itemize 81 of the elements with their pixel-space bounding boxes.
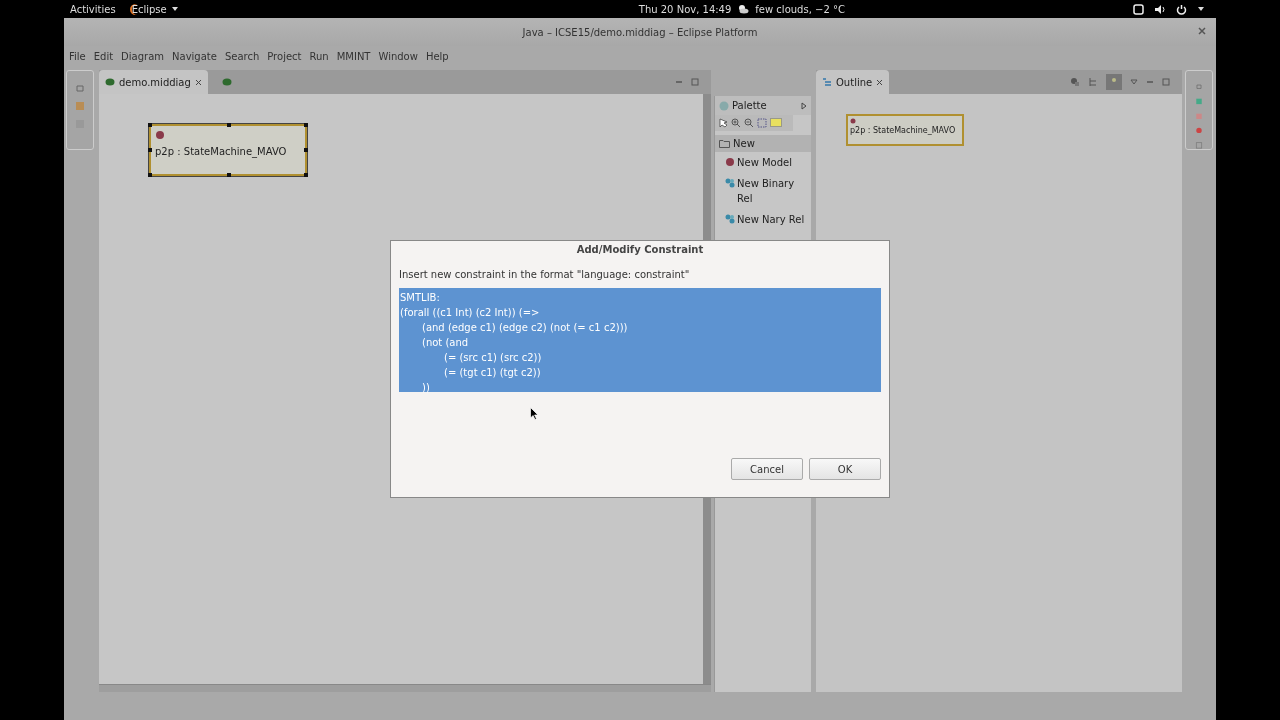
overview-icon: [1106, 74, 1122, 90]
menu-item[interactable]: Run: [309, 50, 329, 62]
resize-handle[interactable]: [304, 148, 308, 152]
model-icon: [155, 130, 165, 140]
code-line: (= (src c1) (src c2)): [443, 351, 543, 365]
menu-item[interactable]: Edit: [93, 50, 114, 62]
code-line: (forall ((c1 Int) (c2 Int)) (=>: [400, 306, 541, 320]
palette-tool[interactable]: New Nary Rel: [715, 209, 811, 230]
editor-tab[interactable]: demo.middiag: [99, 70, 208, 94]
palette-title: Palette: [732, 100, 768, 111]
menu-item[interactable]: Search: [224, 50, 260, 62]
node-label: p2p : StateMachine_MAVO: [850, 126, 957, 135]
error-icon: [1194, 127, 1204, 135]
dialog-title: Add/Modify Constraint: [575, 243, 705, 257]
code-line: (and (edge c1) (edge c2) (not (= c1 c2))): [421, 321, 629, 335]
relation-icon: [725, 178, 735, 188]
resize-handle[interactable]: [304, 123, 308, 127]
app-menu[interactable]: Eclipse: [129, 3, 181, 15]
scrollbar[interactable]: [99, 684, 711, 692]
menu-item[interactable]: Diagram: [121, 50, 165, 62]
restore-icon: [75, 83, 85, 93]
resize-handle[interactable]: [148, 123, 152, 127]
close-icon: [876, 78, 884, 86]
prompt-text: Insert new constraint in the format "language: constraint": [399, 269, 691, 280]
leaf-icon: [221, 77, 232, 87]
shapes-icon: [1070, 77, 1080, 87]
minimize-icon: [1146, 78, 1154, 86]
resize-handle[interactable]: [148, 148, 152, 152]
dialog-button[interactable]: Cancel: [731, 458, 803, 480]
model-icon: [725, 157, 735, 167]
marquee-icon: [757, 118, 767, 128]
weather-icon: [737, 3, 750, 15]
window-icon: [1133, 3, 1144, 15]
expand-icon: [801, 101, 807, 110]
code-line: (= (tgt c1) (tgt c2)): [443, 366, 542, 380]
maximize-icon: [691, 78, 699, 86]
model-icon: [850, 118, 856, 124]
zoom-in-icon: [731, 118, 741, 128]
view-tab[interactable]: Outline: [816, 70, 890, 94]
folder-icon: [719, 139, 730, 148]
power-icon: [1176, 3, 1187, 15]
menu-item[interactable]: Navigate: [172, 50, 217, 62]
menu-item[interactable]: MMINT: [336, 50, 371, 62]
resize-handle[interactable]: [227, 123, 231, 127]
close-icon: [194, 78, 202, 86]
relation-icon: [725, 214, 735, 224]
palette-drawer[interactable]: New: [715, 135, 811, 152]
close-icon: [1198, 27, 1206, 35]
resize-handle[interactable]: [227, 173, 231, 177]
activities-button[interactable]: Activities: [70, 3, 116, 15]
window-title: Java – ICSE15/demo.middiag – Eclipse Platform: [522, 26, 758, 38]
resize-handle[interactable]: [148, 173, 152, 177]
menu-item[interactable]: Window: [378, 50, 418, 62]
dialog-button[interactable]: OK: [809, 458, 881, 480]
leaf-icon: [105, 77, 115, 87]
minimize-icon: [675, 78, 683, 86]
zoom-out-icon: [744, 118, 754, 128]
resize-handle[interactable]: [304, 173, 308, 177]
maximize-icon: [1162, 78, 1170, 86]
model-node[interactable]: p2p : StateMachine_MAVO: [149, 124, 307, 176]
note-icon: [770, 118, 782, 127]
menu-item[interactable]: Project: [267, 50, 302, 62]
restore-icon: [1194, 83, 1204, 90]
caret-icon: [1197, 6, 1205, 12]
caret-icon: [170, 6, 179, 12]
menu-item[interactable]: Help: [425, 50, 449, 62]
select-icon: [719, 118, 728, 128]
close-button[interactable]: [1198, 27, 1206, 35]
palette-icon: [719, 100, 729, 111]
dropdown-icon: [1130, 79, 1138, 85]
palette-tool[interactable]: New Model: [715, 152, 811, 173]
weather-text: few clouds, −2 °C: [755, 3, 845, 15]
menu-item[interactable]: File: [69, 50, 86, 62]
code-line: (not (and: [421, 336, 470, 350]
tree-icon: [1088, 77, 1098, 87]
cursor-icon: [530, 407, 538, 420]
code-line: SMTLIB:: [400, 291, 441, 305]
volume-icon: [1154, 3, 1166, 15]
code-line: )): [421, 381, 431, 395]
clock[interactable]: Thu 20 Nov, 14:49: [638, 3, 732, 15]
palette-tool[interactable]: New Binary Rel: [715, 173, 811, 209]
